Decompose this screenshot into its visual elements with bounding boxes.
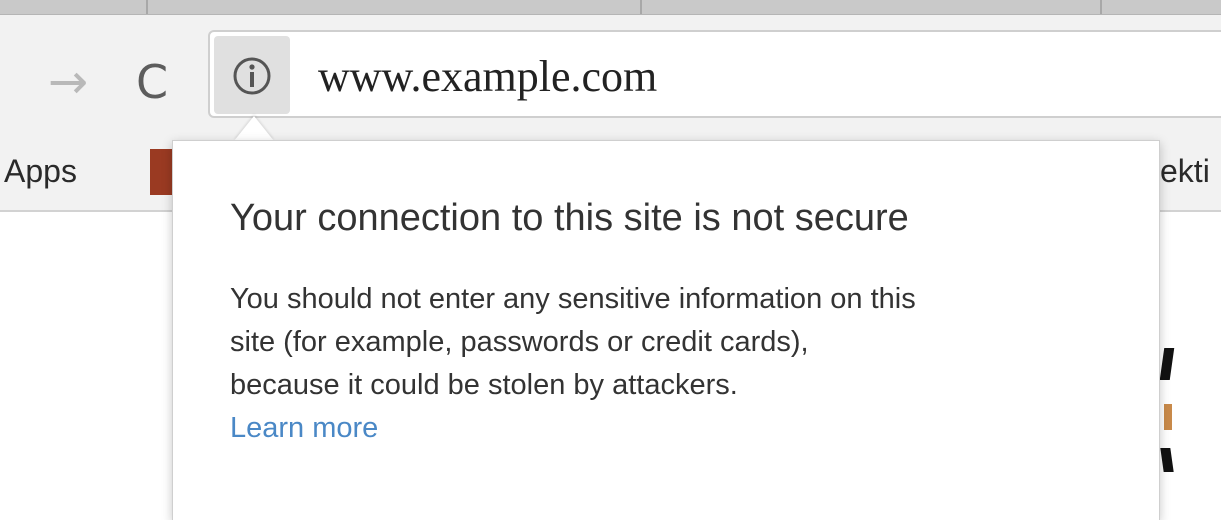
tab-divider [1100,0,1102,14]
info-circle-icon [233,57,271,95]
tab-divider [146,0,148,14]
popup-title: Your connection to this site is not secu… [230,197,909,239]
popup-body: You should not enter any sensitive infor… [230,278,1110,450]
tab-strip [0,0,1221,15]
reload-button[interactable]: C [122,52,182,112]
url-text[interactable]: www.example.com [318,52,657,102]
bookmark-apps[interactable]: Apps [4,149,77,193]
reload-icon: C [135,55,169,109]
popup-body-line: because it could be stolen by attackers. [230,369,738,401]
connection-security-popup: Your connection to this site is not secu… [172,140,1160,520]
bookmark-item[interactable]: ekti [1160,149,1210,193]
site-info-button[interactable] [214,36,290,114]
arrow-right-icon: → [47,54,89,110]
popup-body-line: You should not enter any sensitive infor… [230,283,916,315]
tab-divider [640,0,642,14]
forward-button[interactable]: → [38,52,98,112]
learn-more-link[interactable]: Learn more [230,407,1110,450]
popup-arrow [234,116,274,141]
popup-body-line: site (for example, passwords or credit c… [230,326,809,358]
address-bar[interactable]: www.example.com [208,30,1221,118]
